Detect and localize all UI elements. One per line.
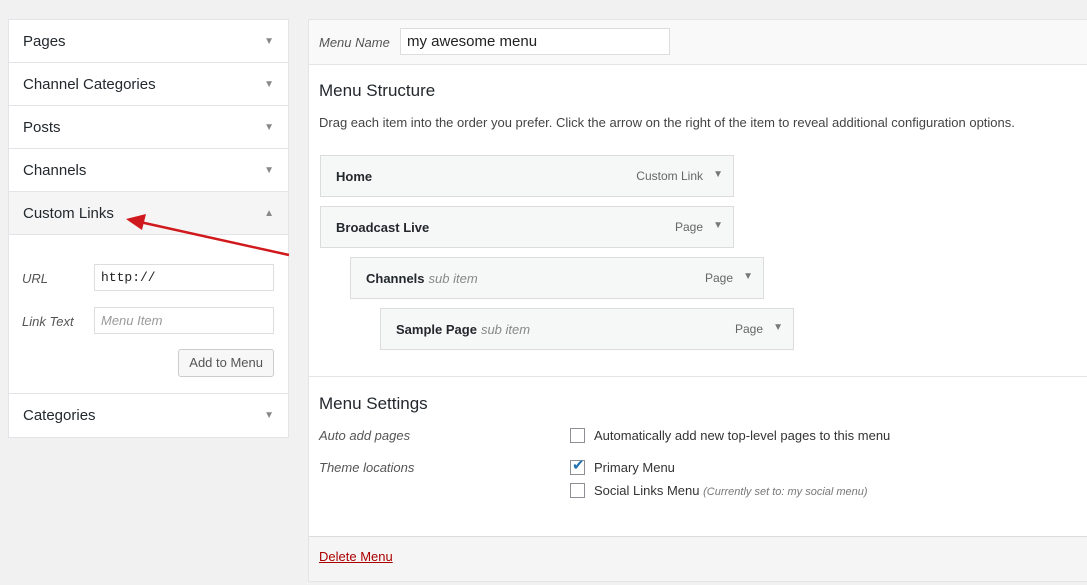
menu-structure-heading: Menu Structure [319, 81, 436, 100]
menu-settings-heading: Menu Settings [319, 394, 428, 413]
menu-item-channels[interactable]: Channels sub item Page ▼ [350, 257, 764, 299]
triangle-down-icon[interactable]: ▼ [264, 63, 274, 106]
custom-links-form: URL http:// Link Text Menu Item Add to M… [9, 235, 288, 394]
current-location-note: (Currently set to: my social menu) [703, 486, 868, 498]
add-menu-items-sidebar: Pages ▼ Channel Categories ▼ Posts ▼ Cha… [8, 19, 289, 438]
panel-custom-links[interactable]: Custom Links ▲ [9, 192, 288, 235]
menu-item-type: Page [674, 220, 703, 234]
sub-item-label: sub item [480, 322, 531, 337]
menu-name-input[interactable]: my awesome menu [400, 28, 670, 55]
link-text-input[interactable]: Menu Item [94, 307, 274, 334]
panel-label: Custom Links [23, 205, 114, 222]
menu-item-type: Custom Link [636, 169, 703, 183]
triangle-up-icon[interactable]: ▲ [264, 192, 274, 235]
panel-posts[interactable]: Posts ▼ [9, 106, 288, 149]
menu-item-title: Channels sub item [366, 271, 478, 286]
menu-item-type: Page [704, 271, 733, 285]
auto-add-pages-label: Auto add pages [319, 428, 411, 443]
panel-label: Categories [23, 407, 96, 424]
menu-name-header: Menu Name my awesome menu [309, 20, 1087, 65]
primary-menu-option[interactable]: Primary Menu [594, 460, 675, 475]
triangle-down-icon[interactable]: ▼ [773, 322, 783, 333]
menu-item-title: Sample Page sub item [396, 322, 531, 337]
menu-item-sample-page[interactable]: Sample Page sub item Page ▼ [380, 308, 794, 350]
social-links-menu-checkbox[interactable] [570, 483, 585, 498]
panel-label: Channels [23, 162, 87, 179]
auto-add-pages-checkbox[interactable] [570, 428, 585, 443]
menu-name-label: Menu Name [319, 35, 390, 50]
triangle-down-icon[interactable]: ▼ [264, 149, 274, 192]
menu-editor: Menu Name my awesome menu Menu Structure… [308, 19, 1087, 582]
panel-label: Posts [23, 119, 61, 136]
panel-label: Pages [23, 33, 66, 50]
theme-locations-label: Theme locations [319, 460, 415, 475]
delete-menu-link[interactable]: Delete Menu [319, 549, 393, 564]
sub-item-label: sub item [428, 271, 478, 286]
menu-item-title: Broadcast Live [336, 220, 430, 235]
menu-item-broadcast-live[interactable]: Broadcast Live Page ▼ [320, 206, 734, 248]
menu-item-type: Page [734, 322, 763, 336]
link-text-label: Link Text [22, 314, 74, 329]
panel-channel-categories[interactable]: Channel Categories ▼ [9, 63, 288, 106]
triangle-down-icon[interactable]: ▼ [743, 271, 753, 282]
check-icon: ✔ [572, 456, 585, 474]
url-input[interactable]: http:// [94, 264, 274, 291]
triangle-down-icon[interactable]: ▼ [713, 220, 723, 231]
triangle-down-icon[interactable]: ▼ [264, 106, 274, 149]
menu-item-title: Home [336, 169, 373, 184]
panel-categories[interactable]: Categories ▼ [9, 394, 288, 437]
panel-label: Channel Categories [23, 76, 156, 93]
triangle-down-icon[interactable]: ▼ [713, 169, 723, 180]
triangle-down-icon[interactable]: ▼ [264, 394, 274, 437]
panel-channels[interactable]: Channels ▼ [9, 149, 288, 192]
url-label: URL [22, 271, 49, 286]
primary-menu-checkbox[interactable]: ✔ [570, 456, 585, 475]
section-divider [309, 376, 1087, 377]
menu-structure-description: Drag each item into the order you prefer… [319, 115, 1015, 130]
add-to-menu-button[interactable]: Add to Menu [178, 349, 274, 377]
menu-editor-footer: Delete Menu [309, 536, 1087, 581]
social-links-menu-option[interactable]: Social Links Menu (Currently set to: my … [594, 483, 868, 498]
auto-add-pages-option[interactable]: Automatically add new top-level pages to… [594, 428, 890, 443]
panel-pages[interactable]: Pages ▼ [9, 20, 288, 63]
menu-item-home[interactable]: Home Custom Link ▼ [320, 155, 734, 197]
triangle-down-icon[interactable]: ▼ [264, 20, 274, 63]
